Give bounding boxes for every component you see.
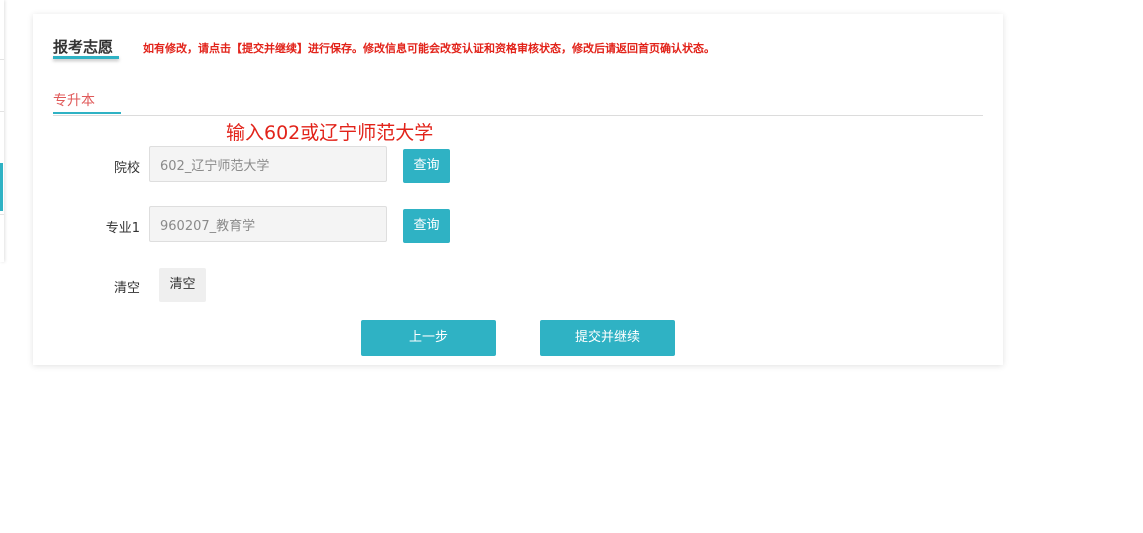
major1-query-button[interactable]: 查询 [403, 209, 450, 243]
sidebar-edge [0, 0, 4, 262]
tab-upgrade[interactable]: 专升本 [53, 90, 95, 110]
submit-continue-button[interactable]: 提交并继续 [540, 320, 675, 356]
school-input[interactable] [149, 146, 387, 182]
school-query-button[interactable]: 查询 [403, 149, 450, 183]
clear-label: 清空 [113, 281, 140, 296]
application-card: 报考志愿 如有修改，请点击【提交并继续】进行保存。修改信息可能会改变认证和资格审… [33, 14, 1003, 365]
active-tab-indicator [53, 112, 121, 114]
sidebar-active-indicator [0, 163, 3, 211]
clear-button[interactable]: 清空 [159, 268, 206, 302]
prev-step-button[interactable]: 上一步 [361, 320, 496, 356]
school-label: 院校 [113, 161, 140, 176]
sidebar-divider [0, 111, 4, 112]
input-hint: 输入602或辽宁师范大学 [226, 122, 434, 144]
title-underline [53, 56, 119, 59]
notice-text: 如有修改，请点击【提交并继续】进行保存。修改信息可能会改变认证和资格审核状态，修… [143, 42, 715, 55]
major1-label: 专业1 [105, 221, 140, 236]
major1-input[interactable] [149, 206, 387, 242]
sidebar-divider [0, 59, 4, 60]
tab-bar: 专升本 [53, 90, 983, 116]
sidebar-divider [0, 214, 4, 215]
